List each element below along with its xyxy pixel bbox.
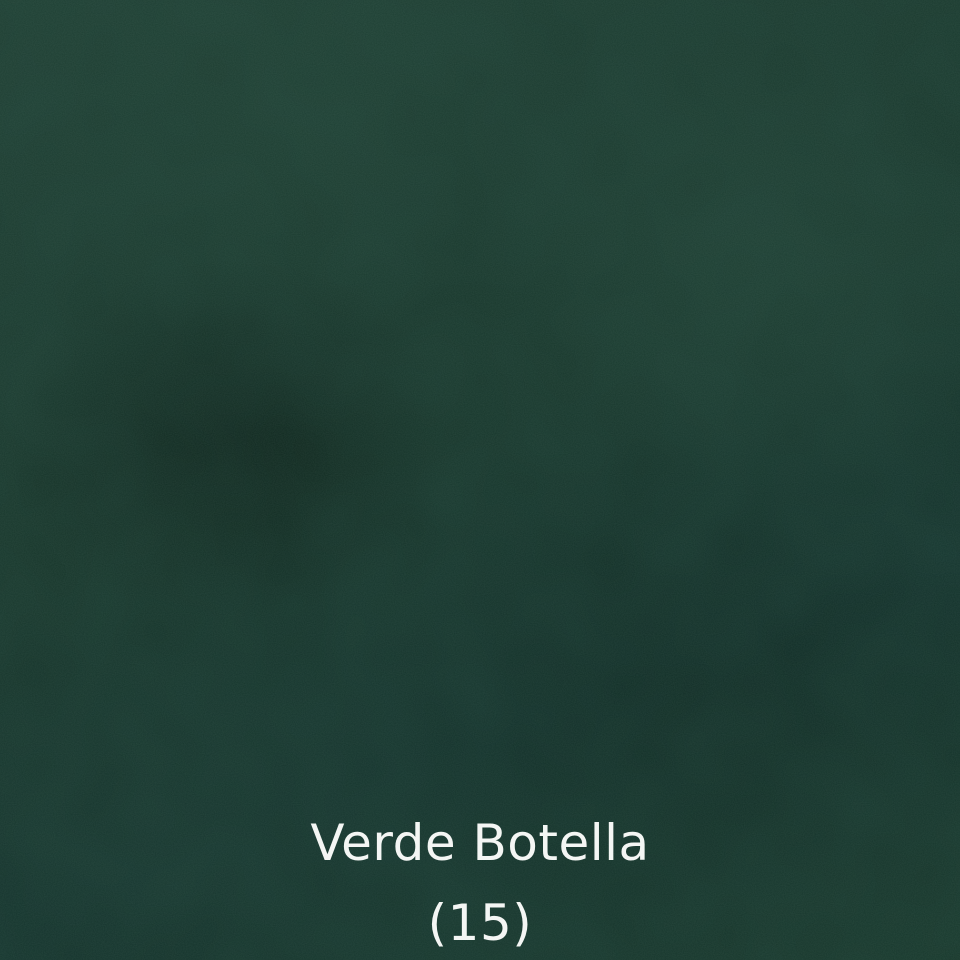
- color-name-label: Verde Botella: [310, 814, 650, 872]
- color-code-label: (15): [427, 894, 533, 952]
- fabric-swatch: Verde Botella (15): [0, 0, 960, 960]
